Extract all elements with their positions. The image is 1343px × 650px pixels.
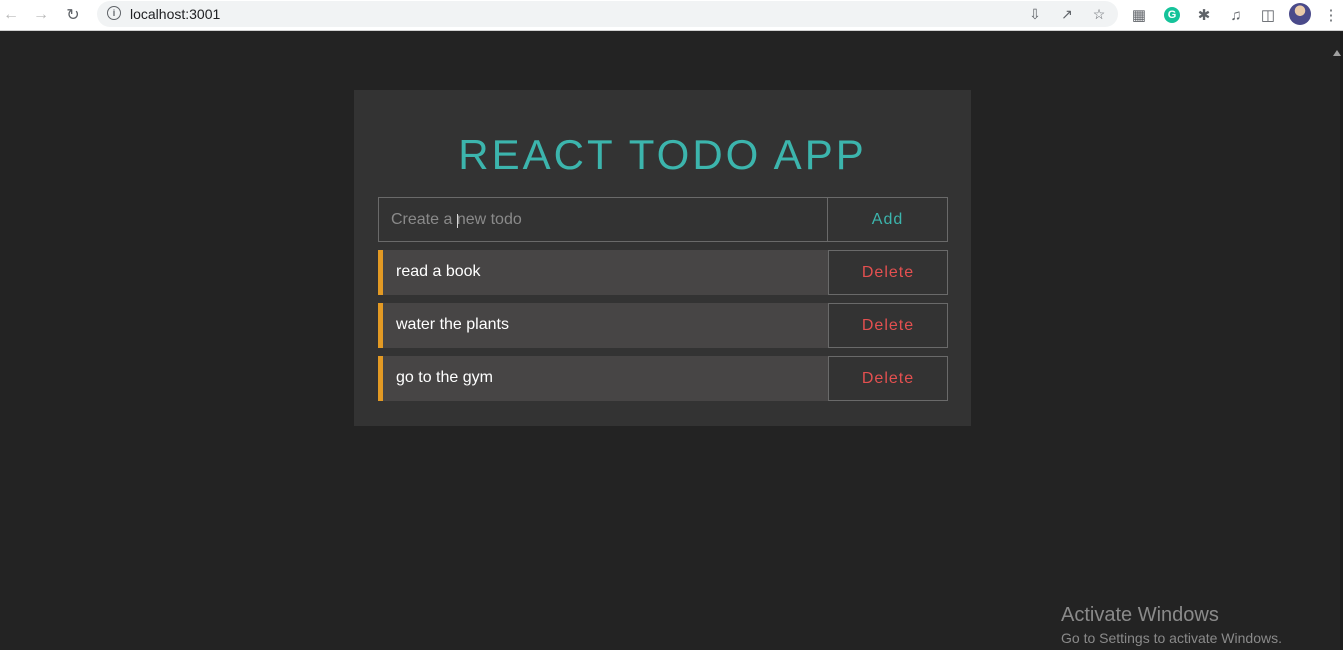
profile-avatar[interactable] (1289, 3, 1311, 25)
delete-button[interactable]: Delete (828, 303, 948, 348)
app-title: REACT TODO APP (458, 131, 867, 178)
todo-text-box: go to the gym (378, 356, 828, 401)
watermark-title: Activate Windows (1061, 604, 1219, 626)
activate-windows-watermark: Activate Windows Go to Settings to activ… (1061, 604, 1282, 648)
todo-text: read a book (396, 263, 481, 280)
new-todo-input[interactable] (378, 197, 828, 242)
grammarly-icon[interactable]: G (1161, 4, 1183, 26)
media-icon[interactable]: ♫ (1225, 4, 1247, 26)
address-url[interactable]: localhost:3001 (130, 6, 220, 22)
todo-item: go to the gym Delete (378, 356, 948, 401)
puzzle-icon[interactable]: ✱ (1193, 4, 1215, 26)
todo-text-box: water the plants (378, 303, 828, 348)
extension-icon[interactable]: ▦ (1128, 4, 1150, 26)
bookmark-star-icon[interactable]: ☆ (1089, 4, 1109, 24)
todo-text: water the plants (396, 316, 509, 333)
delete-button[interactable]: Delete (828, 250, 948, 295)
todo-text: go to the gym (396, 369, 493, 386)
todo-text-box: read a book (378, 250, 828, 295)
browser-toolbar: ← → ↻ i localhost:3001 ⇩ ↗ ☆ ▦ G ✱ ♫ ◫ ⋮ (0, 0, 1343, 31)
text-cursor-icon (457, 214, 463, 228)
todo-item: read a book Delete (378, 250, 948, 295)
share-icon[interactable]: ↗ (1057, 4, 1077, 24)
back-icon[interactable]: ← (0, 4, 22, 26)
delete-button[interactable]: Delete (828, 356, 948, 401)
todo-item: water the plants Delete (378, 303, 948, 348)
install-icon[interactable]: ⇩ (1025, 4, 1045, 24)
info-icon[interactable]: i (107, 6, 121, 20)
menu-icon[interactable]: ⋮ (1321, 4, 1341, 26)
forward-icon[interactable]: → (30, 4, 52, 26)
scroll-up-arrow-icon[interactable] (1333, 50, 1341, 56)
side-panel-icon[interactable]: ◫ (1257, 4, 1279, 26)
watermark-subtitle: Go to Settings to activate Windows. (1061, 630, 1282, 646)
add-button[interactable]: Add (827, 197, 948, 242)
reload-icon[interactable]: ↻ (62, 4, 84, 26)
address-bar[interactable]: i localhost:3001 ⇩ ↗ ☆ (97, 1, 1118, 27)
todo-card: REACT TODO APP Add read a book Delete wa… (354, 90, 971, 426)
